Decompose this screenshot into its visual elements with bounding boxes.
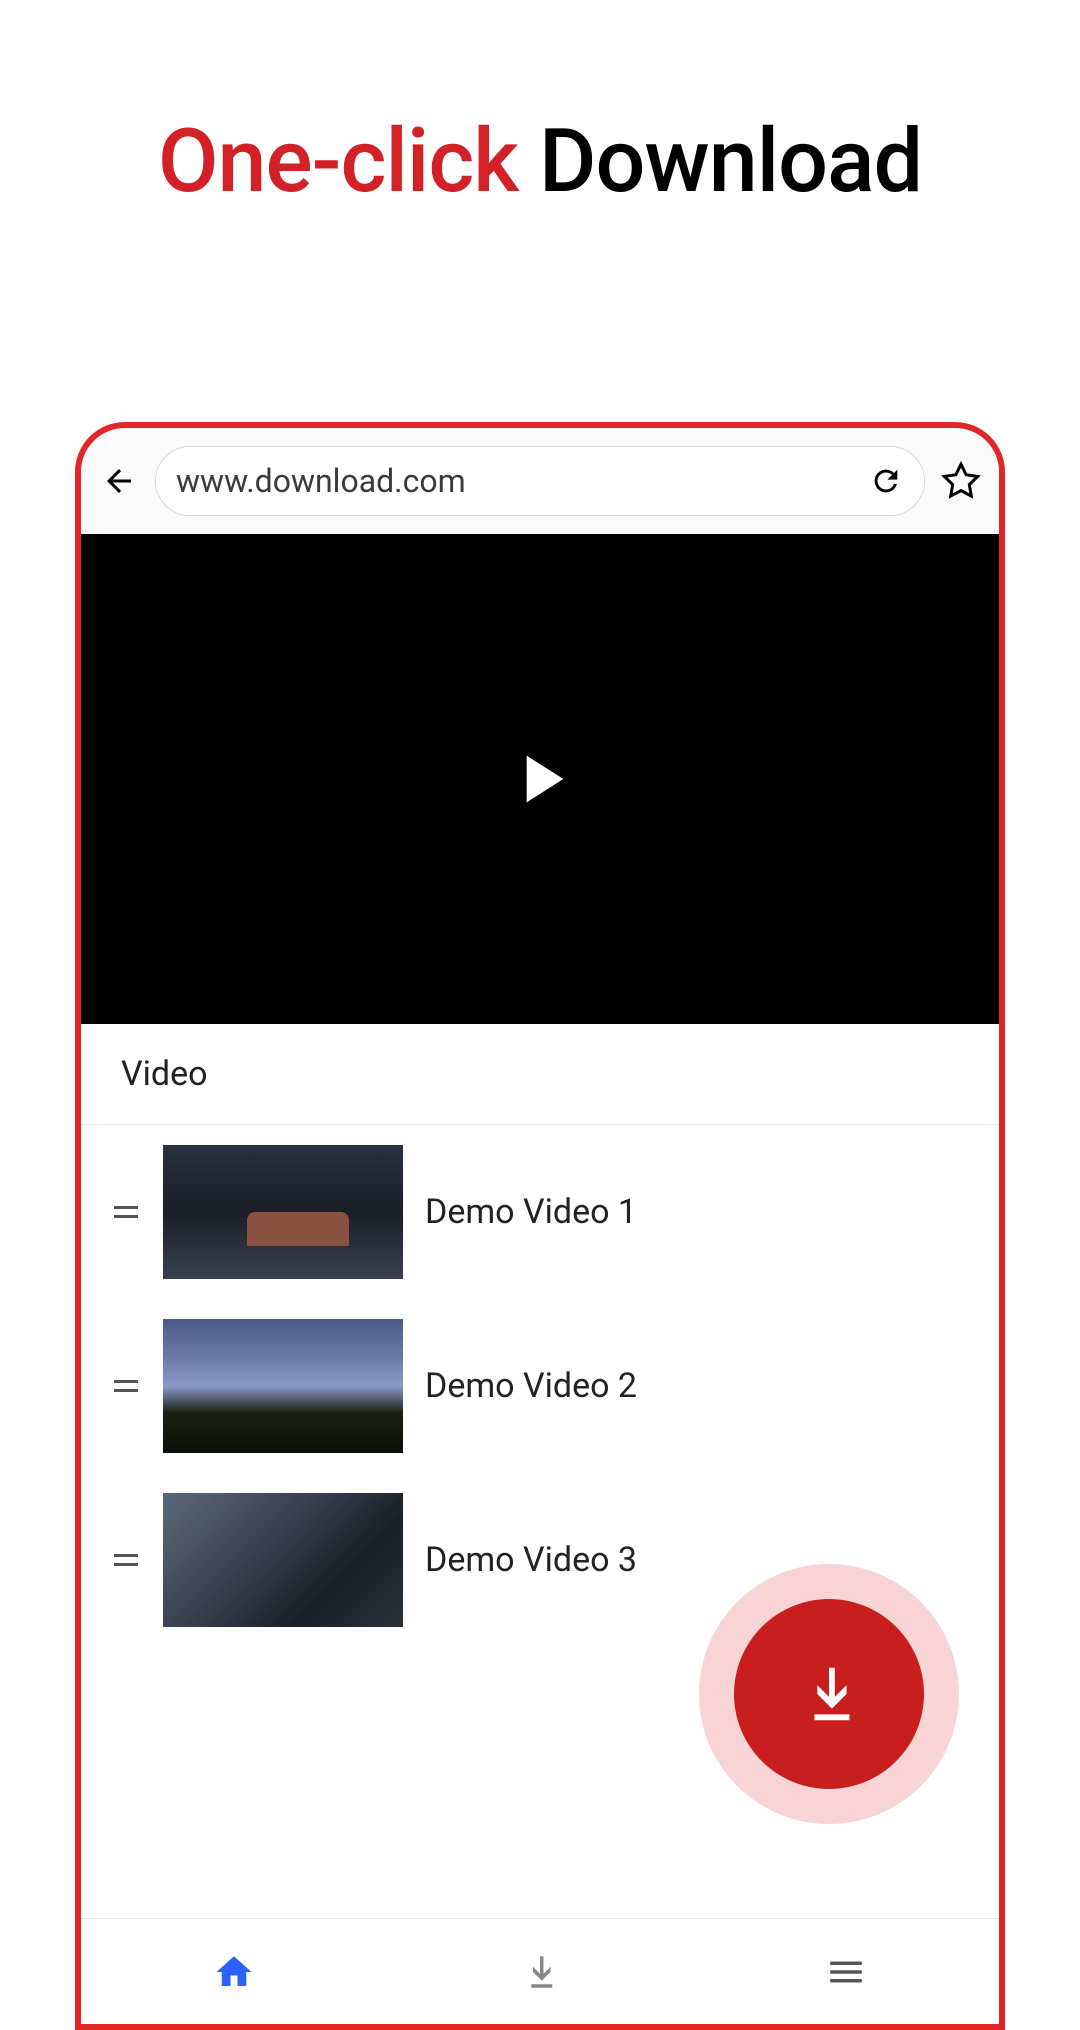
reload-button[interactable] [868,463,904,499]
menu-icon [825,1951,867,1993]
headline-accent: One-click [158,110,518,213]
section-header: Video [81,1024,999,1125]
headline-plain: Download [539,110,922,213]
home-icon [213,1951,255,1993]
star-icon [941,461,981,501]
browser-bar: www.download.com [81,428,999,534]
play-icon [500,739,580,819]
video-title: Demo Video 3 [425,1540,637,1580]
video-thumbnail [163,1319,403,1453]
fab-ring [699,1564,959,1824]
nav-downloads[interactable] [510,1942,570,2002]
video-player[interactable] [81,534,999,1024]
download-fab[interactable] [734,1599,924,1789]
video-title: Demo Video 2 [425,1366,637,1406]
reload-icon [869,464,903,498]
back-button[interactable] [97,459,141,503]
list-item[interactable]: Demo Video 2 [81,1299,999,1473]
phone-frame: www.download.com Video Demo Video 1 [75,422,1005,2030]
nav-home[interactable] [204,1942,264,2002]
download-small-icon [519,1951,561,1993]
download-icon [794,1659,864,1729]
url-text: www.download.com [176,462,856,500]
video-thumbnail [163,1493,403,1627]
drag-handle-icon[interactable] [111,1206,141,1218]
arrow-left-icon [101,463,137,499]
headline: One-click Download [0,110,1080,213]
list-item[interactable]: Demo Video 1 [81,1125,999,1299]
drag-handle-icon[interactable] [111,1380,141,1392]
video-title: Demo Video 1 [425,1192,637,1232]
favorite-button[interactable] [939,459,983,503]
url-bar[interactable]: www.download.com [155,446,925,516]
section-title: Video [121,1054,959,1094]
bottom-nav [81,1918,999,2024]
video-thumbnail [163,1145,403,1279]
nav-menu[interactable] [816,1942,876,2002]
drag-handle-icon[interactable] [111,1554,141,1566]
